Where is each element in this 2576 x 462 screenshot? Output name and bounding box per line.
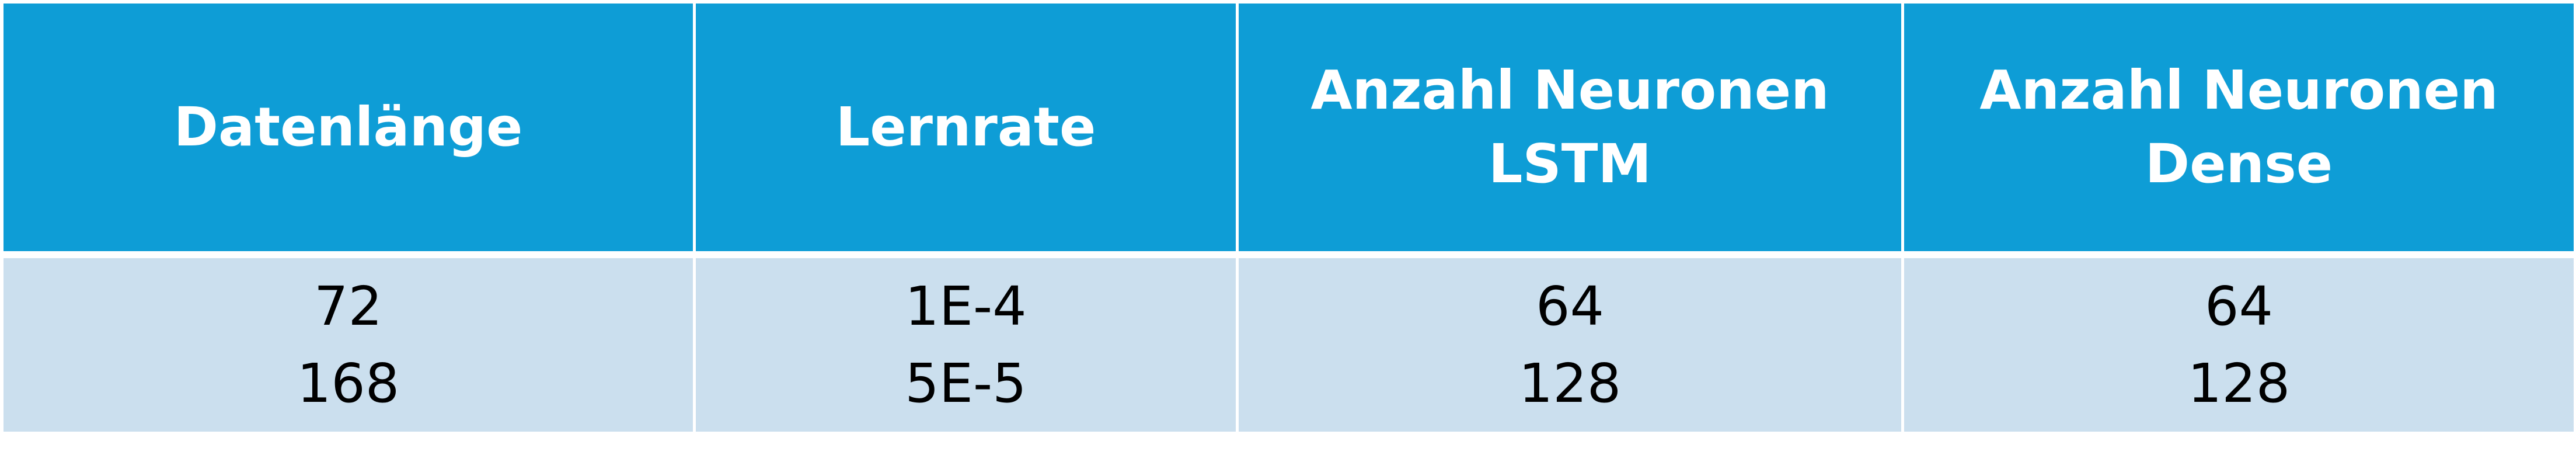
header-dense-line-1: Anzahl Neuronen: [1979, 59, 2498, 121]
value-lernrate-1: 1E-4: [905, 275, 1027, 338]
cell-lstm-values: 64 128: [1239, 258, 1904, 432]
header-anzahl-neuronen-lstm: Anzahl Neuronen LSTM: [1239, 4, 1904, 258]
value-lstm-2: 128: [1518, 352, 1622, 415]
value-lernrate-2: 5E-5: [905, 352, 1027, 415]
cell-lernrate-values: 1E-4 5E-5: [696, 258, 1239, 432]
header-datenlaenge-text: Datenlänge: [173, 96, 523, 158]
value-lstm-1: 64: [1535, 275, 1605, 338]
value-dense-2: 128: [2187, 352, 2291, 415]
value-datenlaenge-1: 72: [313, 275, 383, 338]
header-anzahl-neuronen-dense: Anzahl Neuronen Dense: [1904, 4, 2574, 258]
header-lstm-line-2: LSTM: [1488, 133, 1652, 195]
header-dense-line-2: Dense: [2145, 133, 2333, 195]
cell-dense-values: 64 128: [1904, 258, 2574, 432]
parameter-table: Datenlänge Lernrate Anzahl Neuronen LSTM…: [4, 4, 2574, 432]
header-datenlaenge: Datenlänge: [4, 4, 696, 258]
header-lernrate-text: Lernrate: [835, 96, 1096, 158]
value-dense-1: 64: [2204, 275, 2274, 338]
header-lernrate: Lernrate: [696, 4, 1239, 258]
cell-datenlaenge-values: 72 168: [4, 258, 696, 432]
value-datenlaenge-2: 168: [297, 352, 400, 415]
header-lstm-line-1: Anzahl Neuronen: [1310, 59, 1829, 121]
